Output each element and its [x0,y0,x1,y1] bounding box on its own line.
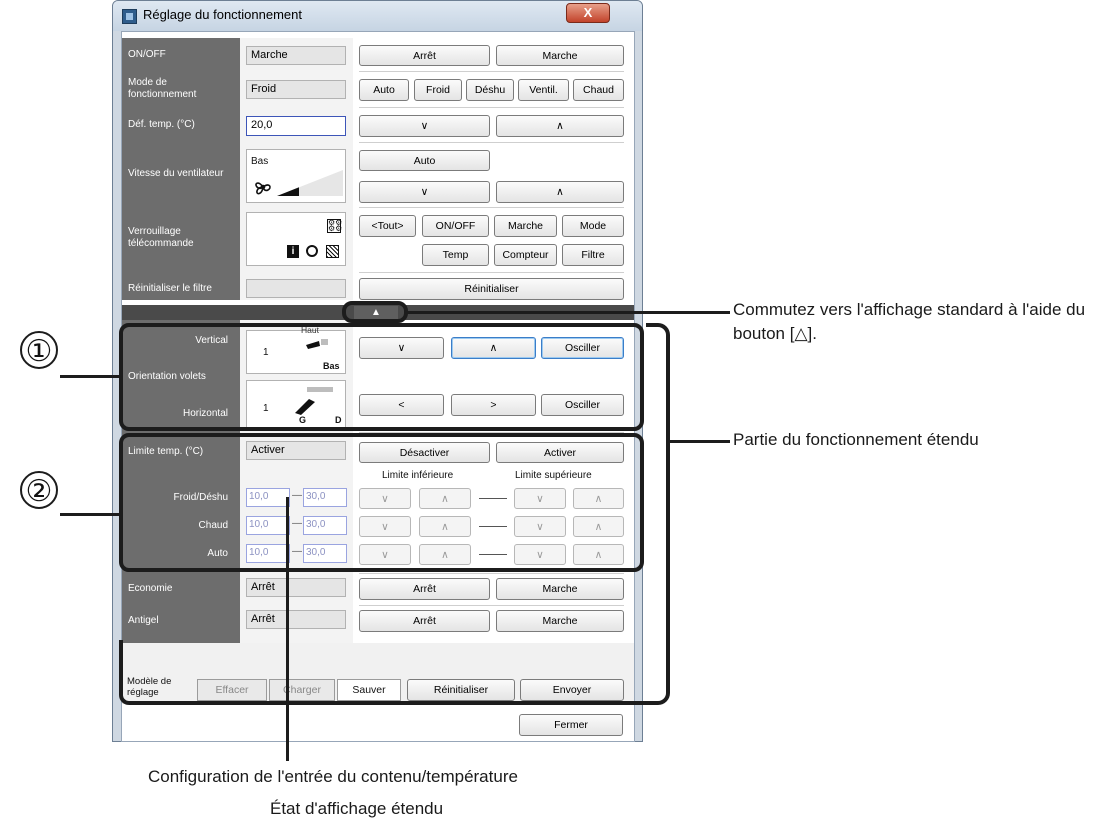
divider [359,207,624,208]
onoff-label: ON/OFF [122,42,240,68]
filter-reset-label: Réinitialiser le filtre [122,277,240,300]
mode-heat-button[interactable]: Chaud [573,79,624,101]
temp-down-button[interactable]: ∨ [359,115,490,137]
callout-line [60,513,120,516]
extended-section-bottom [119,640,649,705]
lock-mode-button[interactable]: Mode [562,215,624,237]
temp-label: Déf. temp. (°C) [122,113,240,137]
temp-setpoint-field[interactable]: 20,0 [246,116,346,136]
filter-reset-value [246,279,346,298]
divider [359,272,624,273]
fan-icon [252,176,274,198]
mode-label: Mode de fonctionnement [122,74,240,104]
extended-section-bracket [646,323,670,705]
filter-lock-icon [326,245,339,258]
fan-speed-value: Bas [251,156,269,167]
economy-on-button[interactable]: Marche [496,578,624,600]
economy-off-button[interactable]: Arrêt [359,578,490,600]
mode-auto-button[interactable]: Auto [359,79,409,101]
fan-speed-display: Bas [246,149,346,203]
onoff-off-button[interactable]: Arrêt [359,45,490,66]
note-extended-state: État d'affichage étendu [270,799,444,818]
callout-number-2: ② [20,471,58,509]
lock-filter-button[interactable]: Filtre [562,244,624,266]
callout-number-1: ① [20,331,58,369]
fan-speed-label: Vitesse du ventilateur [122,146,240,202]
callout-line [670,440,730,443]
mode-fan-button[interactable]: Ventil. [518,79,569,101]
fan-level-indicator [277,170,343,196]
onoff-on-button[interactable]: Marche [496,45,624,66]
divider [359,573,624,574]
mode-dry-button[interactable]: Déshu [466,79,514,101]
temp-limit-highlight [119,433,644,572]
lock-temp-button[interactable]: Temp [422,244,489,266]
app-icon [122,9,137,24]
callout-line [60,375,120,378]
divider [359,142,624,143]
lock-counter-button[interactable]: Compteur [494,244,557,266]
antifreeze-label: Antigel [122,610,240,632]
fan-auto-button[interactable]: Auto [359,150,490,171]
note-toggle-standard: Commutez vers l'affichage standard à l'a… [733,300,1086,343]
fan-up-button[interactable]: ∧ [496,181,624,203]
divider [359,107,624,108]
close-button[interactable]: X [566,3,610,23]
mode-value: Froid [246,80,346,99]
economy-label: Economie [122,578,240,600]
callout-line [286,497,289,761]
all-lock-icon: ⚙⚙ ⚙⚙ [327,218,343,233]
mode-cool-button[interactable]: Froid [414,79,462,101]
fan-down-button[interactable]: ∨ [359,181,490,203]
louver-highlight [119,323,644,431]
lock-run-button[interactable]: Marche [494,215,557,237]
note-extended-part: Partie du fonctionnement étendu [733,430,979,449]
lock-onoff-button[interactable]: ON/OFF [422,215,489,237]
toggle-highlight [342,301,408,323]
divider [359,605,624,606]
note-config-entry: Configuration de l'entrée du contenu/tem… [148,767,518,786]
economy-value: Arrêt [246,578,346,597]
onoff-value: Marche [246,46,346,65]
close-dialog-button[interactable]: Fermer [519,714,623,736]
callout-line [406,311,730,314]
timer-lock-icon [306,245,318,257]
info-lock-icon: i [287,245,299,258]
antifreeze-off-button[interactable]: Arrêt [359,610,490,632]
remote-lock-display: ⚙⚙ ⚙⚙ i [246,212,346,266]
remote-lock-label: Verrouillage télécommande [122,211,240,265]
divider [359,71,624,72]
antifreeze-value: Arrêt [246,610,346,629]
lock-all-button[interactable]: <Tout> [359,215,416,237]
temp-up-button[interactable]: ∧ [496,115,624,137]
window-title: Réglage du fonctionnement [143,7,303,22]
antifreeze-on-button[interactable]: Marche [496,610,624,632]
filter-reset-button[interactable]: Réinitialiser [359,278,624,300]
